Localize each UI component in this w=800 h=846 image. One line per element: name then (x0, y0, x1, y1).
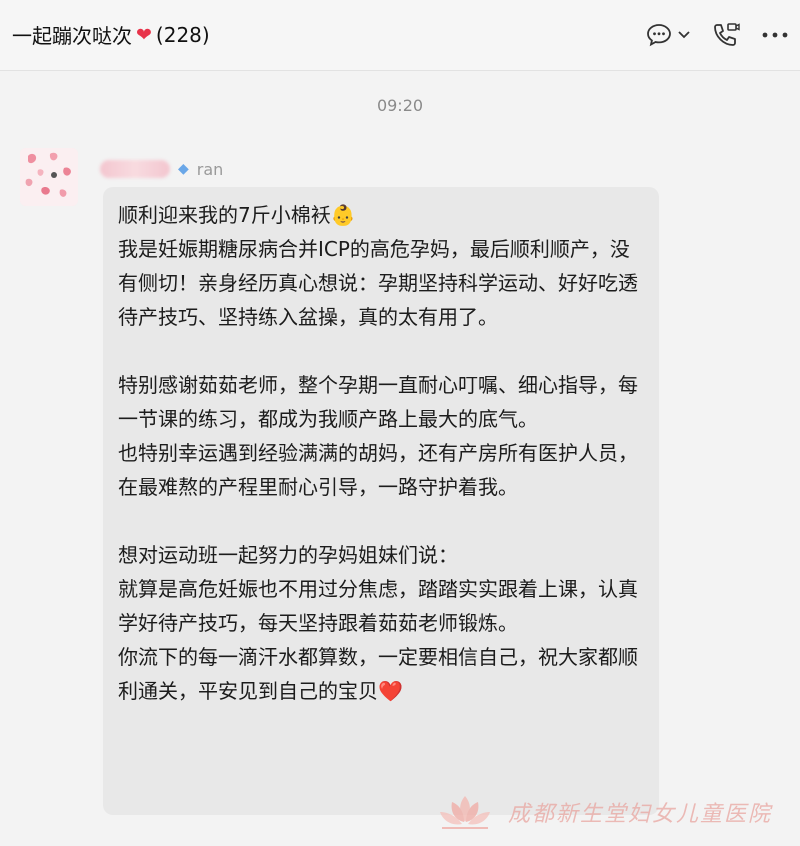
sender-name: ◆ ran (100, 156, 223, 182)
message-line: 也特别幸运遇到经验满满的胡妈，还有产房所有医护人员，在最难熬的产程里耐心引导，一… (118, 441, 638, 499)
call-button[interactable] (712, 22, 740, 48)
avatar[interactable] (20, 148, 78, 206)
sender-name-redacted (100, 160, 170, 178)
message-line: 我是妊娠期糖尿病合并ICP的高危孕妈，最后顺利顺产，没有侧切！亲身经历真心想说：… (118, 237, 638, 329)
sender-name-text: ran (196, 159, 224, 179)
phone-video-icon (714, 23, 740, 46)
message-line: 就算是高危妊娠也不用过分焦虑，踏踏实实跟着上课，认真学好待产技巧，每天坚持跟着茹… (118, 577, 638, 635)
member-count: (228) (155, 22, 210, 47)
chat-bubble-icon (647, 24, 671, 47)
diamond-badge-icon: ◆ (178, 161, 189, 177)
message-line: 顺利迎来我的7斤小棉袄👶 (118, 203, 356, 227)
message-text: 顺利迎来我的7斤小棉袄👶 我是妊娠期糖尿病合并ICP的高危孕妈，最后顺利顺产，没… (118, 198, 648, 708)
message-timestamp: 09:20 (376, 96, 424, 115)
watermark-text: 成都新生堂妇女儿童医院 (508, 802, 773, 827)
chevron-down-icon (678, 31, 690, 39)
chat-header: 一起蹦次哒次 ❤ (228) (0, 0, 800, 71)
lotus-logo-icon (440, 796, 490, 829)
more-options-button[interactable] (762, 32, 788, 38)
message-blank-line (118, 504, 648, 538)
message-line: 想对运动班一起努力的孕妈姐妹们说： (118, 543, 458, 567)
avatar-image (20, 148, 78, 206)
message-line: 特别感谢茹茹老师，整个孕期一直耐心叮嘱、细心指导，每一节课的练习，都成为我顺产路… (118, 373, 638, 431)
header-actions (646, 22, 788, 48)
chat-menu-button[interactable] (646, 23, 690, 47)
message-line: 你流下的每一滴汗水都算数，一定要相信自己，祝大家都顺利通关，平安见到自己的宝贝❤… (118, 645, 638, 703)
chat-title: 一起蹦次哒次 ❤ (228) (12, 20, 210, 49)
message-blank-line (118, 334, 648, 368)
more-dots-icon (762, 32, 788, 38)
chat-title-text: 一起蹦次哒次 (12, 24, 132, 48)
heart-icon: ❤ (136, 23, 152, 46)
watermark: 成都新生堂妇女儿童医院 (432, 792, 772, 832)
